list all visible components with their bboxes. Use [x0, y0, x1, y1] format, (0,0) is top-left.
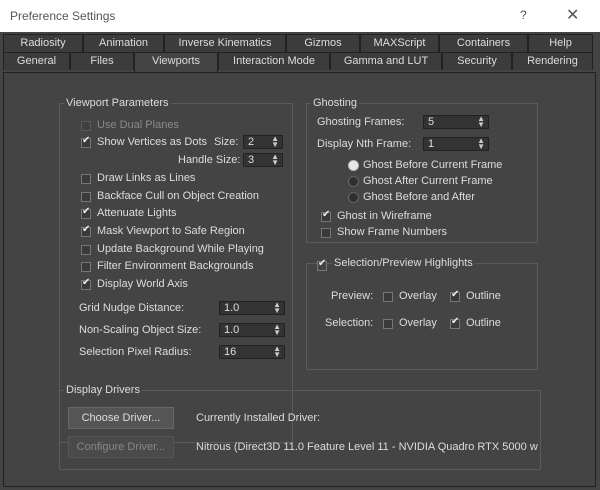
close-icon[interactable]: ✕ [566, 5, 579, 25]
spinner-arrows-icon: ▲ ▼ [271, 152, 279, 167]
ghosting-group: Ghosting Ghosting Frames: 5 ▲ ▼ Display Nt… [306, 97, 538, 243]
tab-gizmos[interactable]: Gizmos [286, 34, 360, 52]
ghost-after-radio[interactable] [348, 176, 359, 187]
update-background-checkbox[interactable] [81, 245, 91, 255]
nonscaling-size-spinner[interactable]: 1.0 ▲ ▼ [219, 323, 285, 337]
spinner-arrows-icon: ▲ ▼ [477, 114, 485, 129]
preview-overlay-checkbox[interactable] [383, 292, 393, 302]
pixel-radius-label: Selection Pixel Radius: [79, 346, 192, 358]
update-background-label: Update Background While Playing [97, 243, 264, 255]
installed-driver-value: Nitrous (Direct3D 11.0 Feature Level 11 … [196, 441, 538, 453]
ghosting-frames-spinner[interactable]: 5 ▲ ▼ [423, 115, 489, 129]
title-bar: Preference Settings ? ✕ [0, 0, 600, 32]
preview-outline-checkbox[interactable] [450, 289, 460, 302]
choose-driver-button[interactable]: Choose Driver... [68, 407, 174, 429]
preview-outline-label: Outline [466, 290, 501, 302]
pixel-radius-spinner[interactable]: 16 ▲ ▼ [219, 345, 285, 359]
tab-general[interactable]: General [3, 52, 70, 70]
spinner-arrows-icon: ▲ ▼ [477, 136, 485, 151]
filter-env-label: Filter Environment Backgrounds [97, 260, 254, 272]
display-world-axis-label: Display World Axis [97, 278, 188, 290]
show-vertices-checkbox[interactable] [81, 135, 91, 148]
spinner-arrows-icon: ▲ ▼ [273, 322, 281, 337]
grid-nudge-label: Grid Nudge Distance: [79, 302, 185, 314]
grid-nudge-spinner[interactable]: 1.0 ▲ ▼ [219, 301, 285, 315]
pixel-radius-value: 16 [224, 346, 237, 358]
nonscaling-size-value: 1.0 [224, 324, 240, 336]
ghosting-frames-label: Ghosting Frames: [317, 116, 405, 128]
selection-overlay-label: Overlay [399, 317, 437, 329]
ghost-after-label: Ghost After Current Frame [363, 175, 493, 187]
display-drivers-group: Display Drivers Choose Driver... Current… [59, 384, 541, 470]
tab-help[interactable]: Help [528, 34, 593, 52]
highlights-checkbox[interactable] [317, 258, 327, 271]
mask-viewport-label: Mask Viewport to Safe Region [97, 225, 245, 237]
size-label: Size: [214, 136, 239, 148]
show-frame-numbers-label: Show Frame Numbers [337, 226, 448, 238]
tab-files[interactable]: Files [70, 52, 134, 70]
configure-driver-button[interactable]: Configure Driver... [68, 436, 174, 458]
use-dual-planes-label: Use Dual Planes [97, 119, 179, 131]
display-nth-value: 1 [428, 138, 435, 150]
size-value: 2 [248, 136, 255, 148]
backface-cull-checkbox[interactable] [81, 192, 91, 202]
preview-overlay-label: Overlay [399, 290, 437, 302]
selection-label: Selection: [325, 317, 374, 329]
draw-links-label: Draw Links as Lines [97, 172, 196, 184]
ghost-before-after-label: Ghost Before and After [363, 191, 475, 203]
attenuate-lights-label: Attenuate Lights [97, 207, 177, 219]
use-dual-planes-checkbox[interactable] [81, 121, 91, 131]
ghosting-frames-value: 5 [428, 116, 435, 128]
viewports-panel: Viewport Parameters Use Dual Planes Show… [3, 72, 596, 487]
mask-viewport-checkbox[interactable] [81, 224, 91, 237]
group-title: Display Drivers [64, 384, 142, 396]
display-nth-label: Display Nth Frame: [317, 138, 412, 150]
tab-gamma-lut[interactable]: Gamma and LUT [330, 52, 442, 70]
window-title: Preference Settings [10, 9, 116, 23]
handle-size-value: 3 [248, 154, 255, 166]
tab-radiosity[interactable]: Radiosity [3, 34, 83, 52]
tab-interaction-mode[interactable]: Interaction Mode [218, 52, 330, 70]
tab-security[interactable]: Security [442, 52, 512, 70]
help-icon[interactable]: ? [520, 8, 527, 22]
selection-outline-label: Outline [466, 317, 501, 329]
show-frame-numbers-checkbox[interactable] [321, 228, 331, 238]
size-spinner[interactable]: 2 ▲ ▼ [243, 135, 283, 149]
group-title: Selection/Preview Highlights [332, 257, 475, 269]
handle-size-label: Handle Size: [178, 154, 241, 166]
spinner-arrows-icon: ▲ ▼ [271, 134, 279, 149]
backface-cull-label: Backface Cull on Object Creation [97, 190, 260, 202]
ghost-wireframe-checkbox[interactable] [321, 209, 331, 222]
tab-animation[interactable]: Animation [83, 34, 164, 52]
selection-overlay-checkbox[interactable] [383, 319, 393, 329]
ghost-before-radio[interactable] [348, 160, 359, 171]
show-vertices-label: Show Vertices as Dots [97, 136, 208, 148]
display-world-axis-checkbox[interactable] [81, 277, 91, 290]
highlights-group: Selection/Preview Highlights Preview: Ov… [306, 257, 538, 370]
tab-containers[interactable]: Containers [439, 34, 528, 52]
preview-label: Preview: [331, 290, 374, 302]
spinner-arrows-icon: ▲ ▼ [273, 300, 281, 315]
grid-nudge-value: 1.0 [224, 302, 240, 314]
ghost-before-label: Ghost Before Current Frame [363, 159, 503, 171]
selection-outline-checkbox[interactable] [450, 316, 460, 329]
draw-links-checkbox[interactable] [81, 174, 91, 184]
attenuate-lights-checkbox[interactable] [81, 206, 91, 219]
installed-driver-label: Currently Installed Driver: [196, 412, 321, 424]
ghost-before-after-radio[interactable] [348, 192, 359, 203]
tab-inverse-kinematics[interactable]: Inverse Kinematics [164, 34, 286, 52]
tab-viewports[interactable]: Viewports [134, 52, 218, 72]
group-title: Ghosting [311, 97, 360, 109]
ghost-wireframe-label: Ghost in Wireframe [337, 210, 432, 222]
group-title: Viewport Parameters [64, 97, 171, 109]
nonscaling-size-label: Non-Scaling Object Size: [79, 324, 202, 336]
handle-size-spinner[interactable]: 3 ▲ ▼ [243, 153, 283, 167]
spinner-arrows-icon: ▲ ▼ [273, 344, 281, 359]
tab-maxscript[interactable]: MAXScript [360, 34, 439, 52]
display-nth-spinner[interactable]: 1 ▲ ▼ [423, 137, 489, 151]
filter-env-checkbox[interactable] [81, 262, 91, 272]
tab-rendering[interactable]: Rendering [512, 52, 593, 70]
